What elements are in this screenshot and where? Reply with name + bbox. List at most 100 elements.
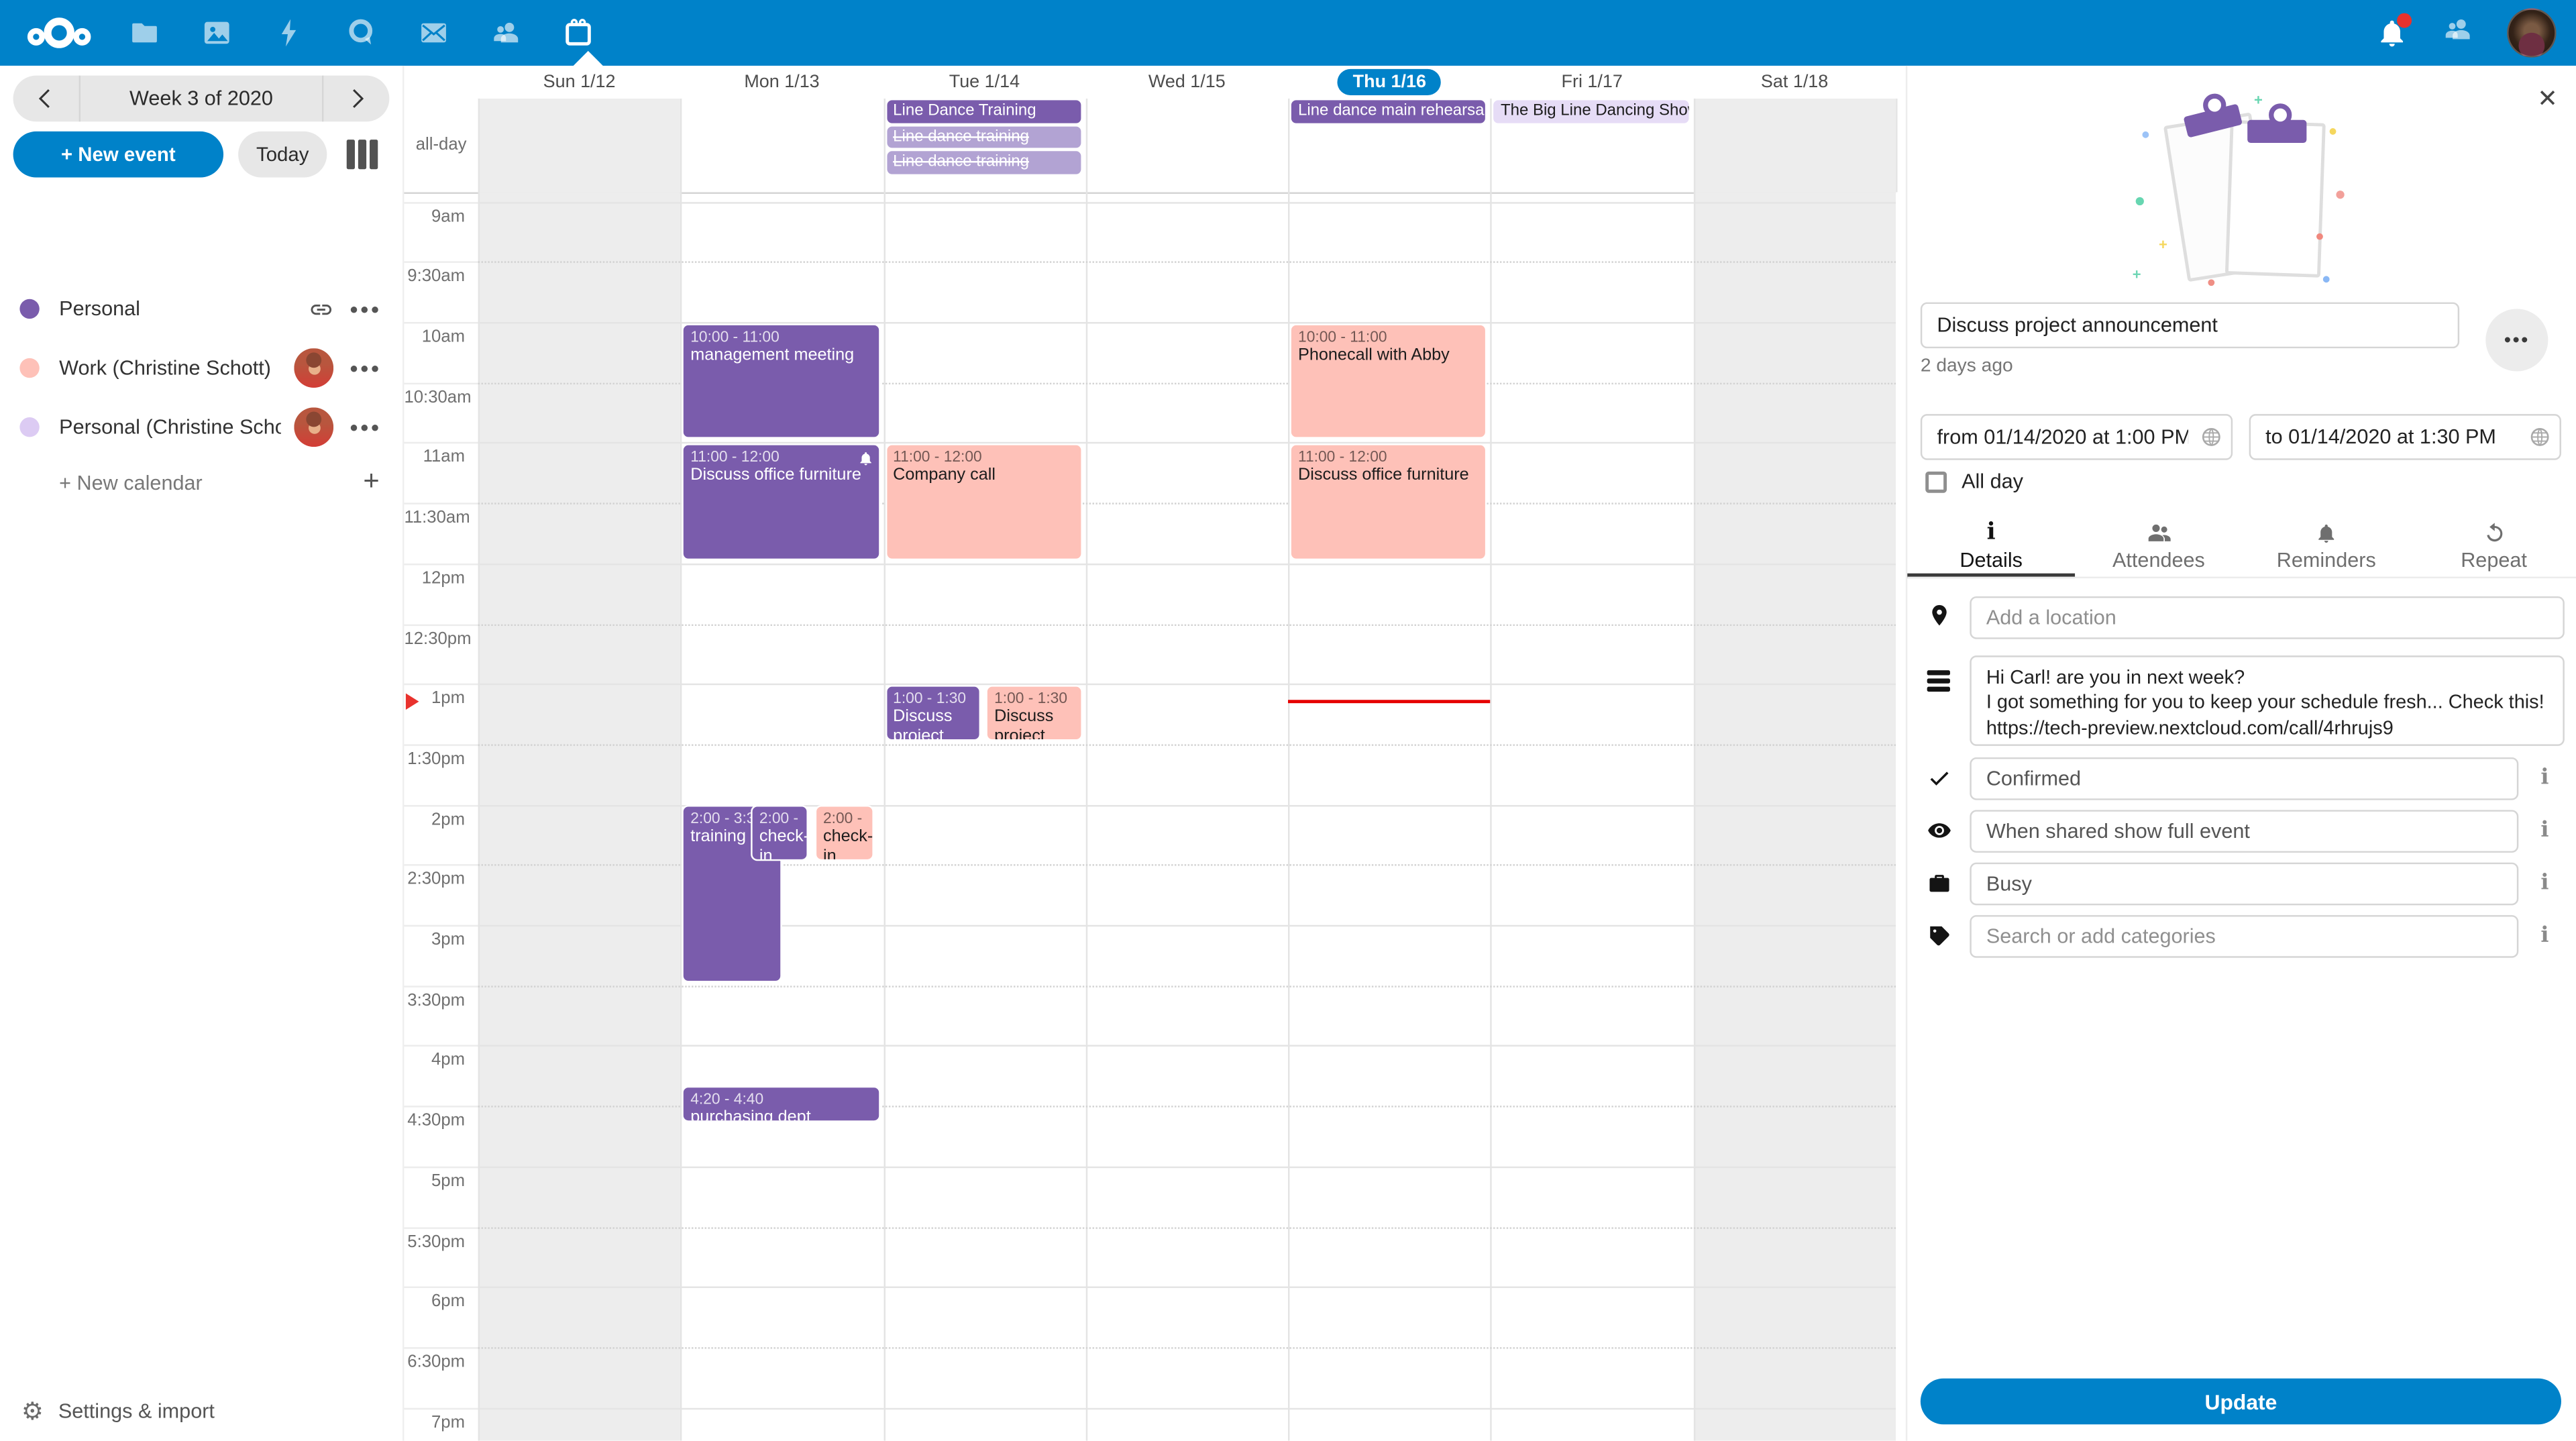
time-label: 12:30pm bbox=[404, 629, 465, 648]
calendar-list-item-work-christine[interactable]: Work (Christine Schott) ●●● bbox=[0, 338, 402, 397]
grid-line bbox=[478, 201, 1896, 203]
update-button[interactable]: Update bbox=[1921, 1379, 2561, 1425]
categories-input[interactable] bbox=[1970, 915, 2518, 958]
time-label: 9:30am bbox=[404, 266, 465, 286]
gutter-line bbox=[404, 322, 478, 323]
event-chip[interactable]: 2:00 - 2:30check-in bbox=[751, 805, 809, 861]
day-header-sat[interactable]: Sat 1/18 bbox=[1693, 66, 1896, 99]
tab-details[interactable]: i Details bbox=[1907, 513, 2075, 577]
activity-icon[interactable] bbox=[253, 0, 325, 66]
event-chip[interactable]: 10:00 - 11:00Phonecall with Abby bbox=[1290, 323, 1488, 439]
day-header-tue[interactable]: Tue 1/14 bbox=[883, 66, 1085, 99]
day-header-fri[interactable]: Fri 1/17 bbox=[1491, 66, 1693, 99]
new-calendar-plus-icon[interactable]: + bbox=[363, 465, 379, 498]
close-icon[interactable]: ✕ bbox=[2537, 84, 2558, 113]
more-actions-button[interactable]: ••• bbox=[2485, 309, 2548, 371]
all-day-event[interactable]: Line dance main rehearsal bbox=[1291, 100, 1486, 122]
time-grid[interactable]: 9am9:30am10am10:30am11am11:30am12pm12:30… bbox=[404, 193, 1896, 1441]
calendar-list-item-personal-christine[interactable]: Personal (Christine Scho… ●●● bbox=[0, 398, 402, 457]
event-chip[interactable]: 1:00 - 1:30Discuss project bbox=[986, 684, 1083, 741]
all-day-event[interactable]: Line dance training bbox=[886, 125, 1081, 148]
busy-select[interactable] bbox=[1970, 863, 2518, 906]
day-header-thu[interactable]: Thu 1/16 bbox=[1288, 66, 1491, 99]
event-chip[interactable]: 1:00 - 1:30Discuss project announcement bbox=[885, 684, 981, 741]
status-select[interactable] bbox=[1970, 757, 2518, 800]
status-info-icon[interactable]: i bbox=[2535, 765, 2555, 790]
new-calendar-button[interactable]: + New calendar bbox=[59, 472, 203, 494]
calendar-actions-menu-icon[interactable]: ●●● bbox=[350, 419, 381, 435]
gutter-line bbox=[404, 564, 478, 565]
day-header-sun[interactable]: Sun 1/12 bbox=[478, 66, 681, 99]
grid-line bbox=[478, 1046, 1896, 1047]
last-modified-label: 2 days ago bbox=[1921, 356, 2013, 376]
gutter-line bbox=[404, 804, 478, 806]
next-week-button[interactable] bbox=[323, 76, 389, 122]
previous-week-button[interactable] bbox=[13, 76, 79, 122]
calendar-color-dot bbox=[19, 358, 39, 378]
weekend-shading bbox=[478, 193, 681, 1441]
all-day-event[interactable]: Line dance training bbox=[886, 151, 1081, 173]
user-avatar[interactable] bbox=[2507, 8, 2556, 57]
week-navigation: Week 3 of 2020 bbox=[13, 76, 390, 122]
calendar-actions-menu-icon[interactable]: ●●● bbox=[350, 360, 381, 376]
today-button[interactable]: Today bbox=[238, 131, 327, 178]
event-title-input[interactable] bbox=[1921, 303, 2459, 349]
tab-attendees[interactable]: Attendees bbox=[2075, 513, 2243, 577]
shared-by-avatar bbox=[294, 407, 333, 447]
grid-line bbox=[478, 1287, 1896, 1288]
tab-repeat[interactable]: Repeat bbox=[2410, 513, 2576, 577]
gutter-line bbox=[404, 1166, 478, 1167]
week-label[interactable]: Week 3 of 2020 bbox=[80, 87, 322, 110]
calendar-actions-menu-icon[interactable]: ●●● bbox=[350, 301, 381, 317]
day-header-wed[interactable]: Wed 1/15 bbox=[1085, 66, 1288, 99]
gutter-line bbox=[404, 1046, 478, 1047]
start-datetime-input[interactable] bbox=[1921, 414, 2233, 460]
gutter-line bbox=[404, 1287, 478, 1288]
share-link-icon[interactable] bbox=[309, 297, 333, 321]
time-label: 5pm bbox=[404, 1171, 465, 1191]
event-chip[interactable]: 11:00 - 12:00Company call bbox=[885, 443, 1083, 560]
location-input[interactable] bbox=[1970, 596, 2565, 639]
active-app-pointer bbox=[574, 51, 603, 66]
contacts-icon[interactable] bbox=[470, 0, 542, 66]
event-chip[interactable]: 10:00 - 11:00management meeting bbox=[682, 323, 880, 439]
top-bar bbox=[0, 0, 2576, 66]
new-event-button[interactable]: + New event bbox=[13, 131, 223, 178]
event-chip[interactable]: 2:00 - 2:30check-in bbox=[815, 805, 874, 861]
location-pin-icon bbox=[1927, 603, 1952, 628]
settings-import-button[interactable]: ⚙ Settings & import bbox=[21, 1397, 215, 1426]
mail-icon[interactable] bbox=[398, 0, 470, 66]
event-chip[interactable]: 11:00 - 12:00Discuss office furniture bbox=[682, 443, 880, 560]
day-header-mon[interactable]: Mon 1/13 bbox=[681, 66, 883, 99]
files-icon[interactable] bbox=[109, 0, 181, 66]
photos-icon[interactable] bbox=[180, 0, 253, 66]
week-view-toggle-icon[interactable] bbox=[347, 140, 378, 169]
description-textarea[interactable]: Hi Carl! are you in next week? I got som… bbox=[1970, 655, 2565, 746]
column-divider bbox=[1693, 193, 1695, 1441]
nextcloud-logo[interactable] bbox=[23, 15, 95, 51]
time-label: 9am bbox=[404, 207, 465, 226]
event-chip[interactable]: 11:00 - 12:00Discuss office furniture bbox=[1290, 443, 1488, 560]
header-contacts-icon[interactable] bbox=[2441, 12, 2474, 53]
all-day-checkbox[interactable] bbox=[1925, 471, 1947, 492]
event-chip[interactable]: 4:20 - 4:40purchasing dept bbox=[682, 1087, 880, 1123]
all-day-event[interactable]: Line Dance Training bbox=[886, 100, 1081, 122]
visibility-select[interactable] bbox=[1970, 810, 2518, 853]
gutter-line bbox=[404, 684, 478, 685]
app-navigation bbox=[109, 0, 614, 66]
categories-info-icon[interactable]: i bbox=[2535, 923, 2555, 948]
gutter-line bbox=[404, 201, 478, 203]
notifications-bell-icon[interactable] bbox=[2375, 16, 2408, 49]
busy-info-icon[interactable]: i bbox=[2535, 871, 2555, 896]
gutter-line bbox=[404, 382, 478, 384]
end-datetime-input[interactable] bbox=[2249, 414, 2561, 460]
gutter-line bbox=[404, 443, 478, 444]
calendar-week-view: Sun 1/12Mon 1/13Tue 1/14Wed 1/15Thu 1/16… bbox=[402, 66, 1896, 1441]
all-day-label: all-day bbox=[404, 135, 466, 154]
all-day-event[interactable]: The Big Line Dancing Show bbox=[1494, 100, 1688, 122]
calendar-list-item-personal[interactable]: Personal ●●● bbox=[0, 279, 402, 338]
visibility-info-icon[interactable]: i bbox=[2535, 818, 2555, 843]
tab-reminders[interactable]: Reminders bbox=[2243, 513, 2410, 577]
talk-icon[interactable] bbox=[325, 0, 398, 66]
gutter-line bbox=[404, 503, 478, 504]
